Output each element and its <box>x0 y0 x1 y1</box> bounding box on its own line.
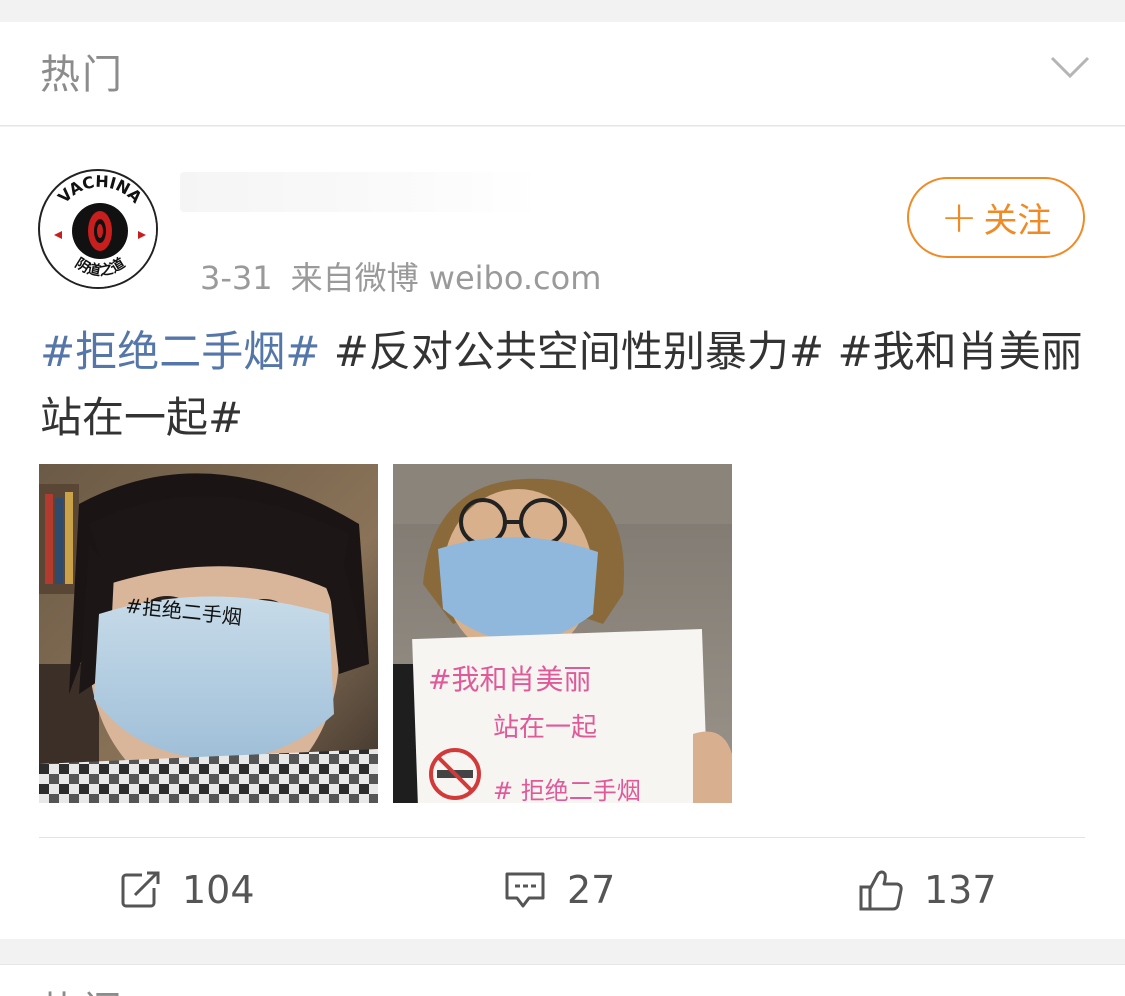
thumbs-up-icon <box>859 870 903 911</box>
hashtag-link[interactable]: #拒绝二手烟# <box>40 327 320 376</box>
photo-sign-portrait: #我和肖美丽 站在一起 # 拒绝二手烟 <box>393 464 732 803</box>
follow-button[interactable]: + 关注 <box>907 177 1085 258</box>
plus-icon: + <box>940 191 978 243</box>
post-source: 来自微博 weibo.com <box>290 259 602 297</box>
sign-handwriting-line2: 站在一起 <box>493 713 597 743</box>
next-section-header: 热门 <box>0 964 1125 996</box>
top-gap <box>0 0 1125 22</box>
divider <box>39 837 1085 838</box>
post-card: VACHINA 阴道之道 3-31 来自微博 weibo.com + 关注 #拒绝… <box>0 127 1125 939</box>
post-image-1[interactable]: #拒绝二手烟 <box>39 464 378 803</box>
comment-button[interactable]: 27 <box>503 865 615 915</box>
photo-mask-portrait: #拒绝二手烟 <box>39 464 378 803</box>
post-text: #拒绝二手烟# #反对公共空间性别暴力# #我和肖美丽站在一起# <box>40 319 1090 451</box>
post-meta: 3-31 来自微博 weibo.com <box>200 253 619 299</box>
post-image-2[interactable]: #我和肖美丽 站在一起 # 拒绝二手烟 <box>393 464 732 803</box>
comment-icon <box>505 872 545 908</box>
repost-count: 104 <box>182 868 255 912</box>
like-count: 137 <box>924 868 997 912</box>
bottom-gap <box>0 939 1125 964</box>
repost-icon <box>121 871 160 908</box>
sign-handwriting-line3: # 拒绝二手烟 <box>493 777 641 803</box>
like-button[interactable]: 137 <box>858 865 997 915</box>
avatar[interactable]: VACHINA 阴道之道 <box>38 169 158 289</box>
sign-handwriting-line1: #我和肖美丽 <box>428 663 591 696</box>
username-obscured[interactable] <box>180 172 540 212</box>
comment-count: 27 <box>567 868 616 912</box>
section-header: 热门 <box>0 22 1125 126</box>
chevron-down-icon[interactable] <box>1048 52 1092 82</box>
next-section-title: 热门 <box>40 979 124 996</box>
section-title: 热门 <box>40 52 124 98</box>
post-date: 3-31 <box>200 259 273 297</box>
follow-label: 关注 <box>983 201 1052 241</box>
avatar-logo-icon: VACHINA 阴道之道 <box>42 172 156 287</box>
repost-button[interactable]: 104 <box>120 865 255 915</box>
